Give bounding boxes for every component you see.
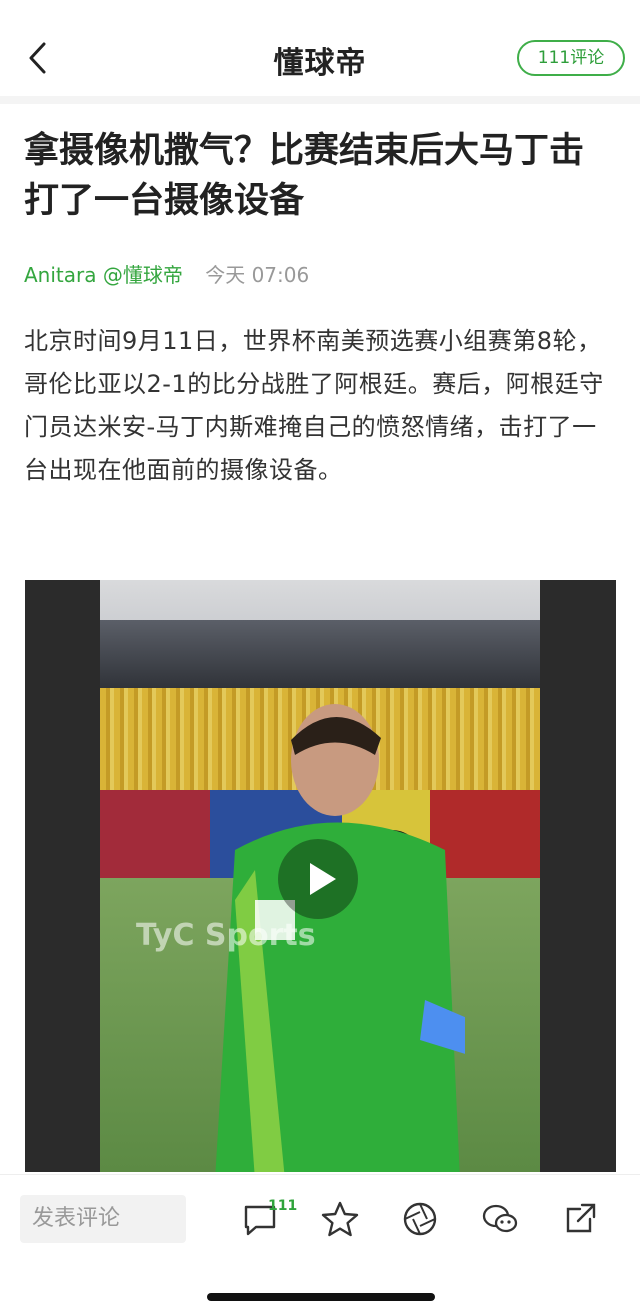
video-watermark: TyC Sports bbox=[136, 918, 316, 953]
author-link[interactable]: Anitara @懂球帝 bbox=[24, 263, 183, 287]
wechat-icon[interactable] bbox=[480, 1199, 520, 1239]
video-player[interactable]: TyC Sports bbox=[25, 580, 616, 1172]
stadium-roof bbox=[100, 620, 540, 690]
share-icon[interactable] bbox=[560, 1199, 600, 1239]
article-meta: Anitara @懂球帝 今天 07:06 bbox=[24, 262, 309, 288]
comment-count-badge: 111 bbox=[268, 1198, 298, 1214]
divider bbox=[0, 96, 640, 104]
publish-time: 今天 07:06 bbox=[205, 263, 310, 287]
aperture-icon[interactable] bbox=[400, 1199, 440, 1239]
article-body: 北京时间9月11日，世界杯南美预选赛小组赛第8轮，哥伦比亚以2-1的比分战胜了阿… bbox=[24, 327, 604, 484]
bottom-action-bar: 发表评论 111 bbox=[0, 1174, 640, 1315]
home-indicator bbox=[207, 1293, 435, 1301]
comment-count-button[interactable]: 111评论 bbox=[517, 40, 625, 76]
comment-input[interactable]: 发表评论 bbox=[20, 1195, 186, 1243]
top-nav: 懂球帝 111评论 bbox=[0, 0, 640, 96]
play-icon[interactable] bbox=[278, 839, 358, 919]
article-title: 拿摄像机撒气？比赛结束后大马丁击打了一台摄像设备 bbox=[24, 131, 585, 221]
star-icon[interactable] bbox=[320, 1199, 360, 1239]
